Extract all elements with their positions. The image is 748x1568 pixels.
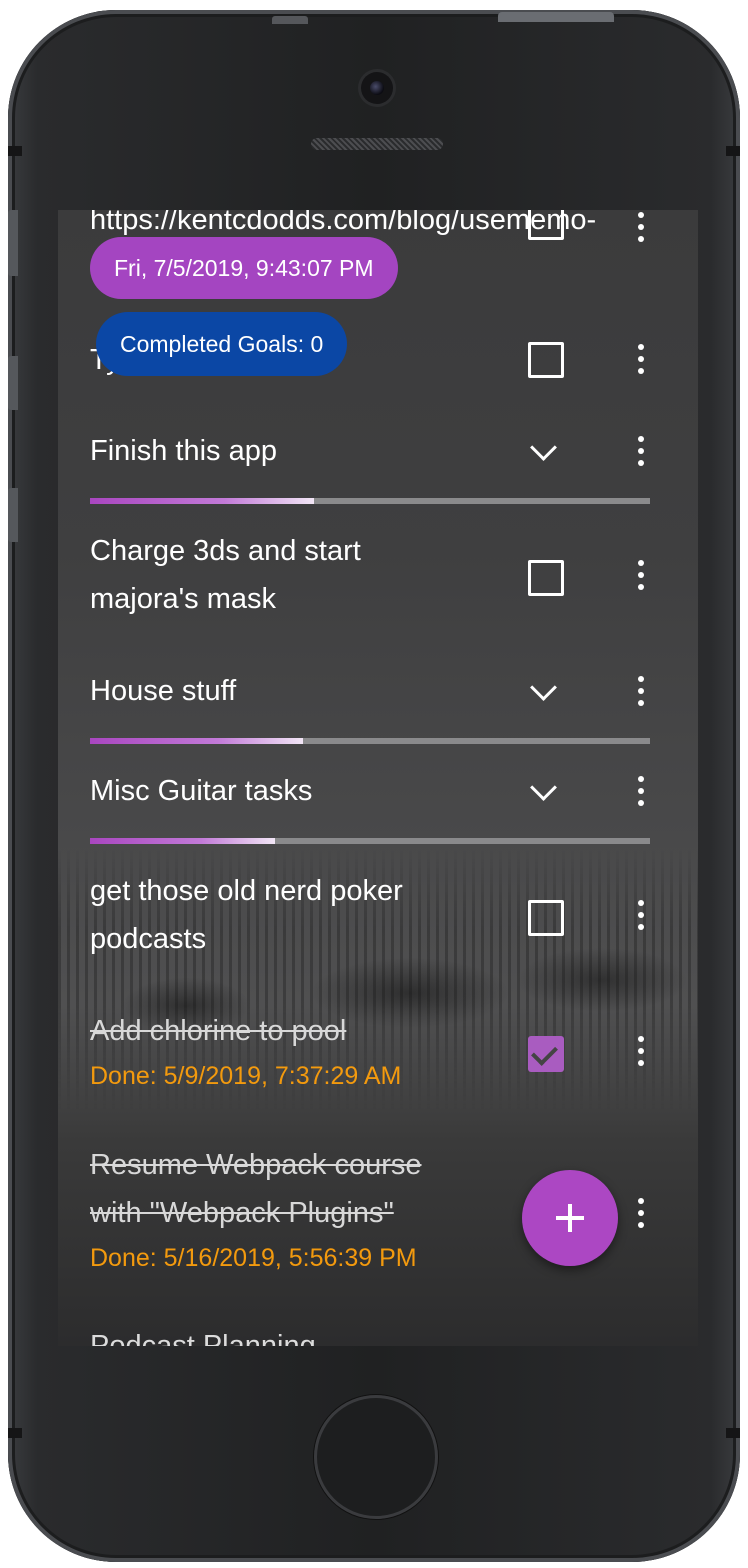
more-vert-icon[interactable] — [638, 560, 644, 596]
goal-title: Finish this app — [90, 435, 277, 467]
more-vert-icon[interactable] — [638, 676, 644, 712]
antenna-band-right-bottom — [726, 1428, 740, 1438]
completed-goals-badge: Completed Goals: 0 — [96, 312, 348, 376]
goal-checkbox-checked[interactable] — [528, 1036, 564, 1072]
done-date: Done: 5/9/2019, 7:37:29 AM — [90, 1062, 402, 1090]
goal-checkbox[interactable] — [528, 342, 564, 378]
goal-title-line1: get those old nerd poker — [90, 875, 403, 907]
more-vert-icon[interactable] — [638, 1036, 644, 1072]
more-vert-icon[interactable] — [638, 344, 644, 380]
goal-progress-bar — [90, 498, 650, 504]
more-vert-icon[interactable] — [638, 212, 644, 248]
home-button[interactable] — [314, 1395, 438, 1519]
goal-title-line1: Resume Webpack course — [90, 1149, 422, 1181]
mute-switch — [8, 210, 18, 276]
more-vert-icon[interactable] — [638, 436, 644, 472]
volume-down-button — [8, 488, 18, 542]
antenna-band-left-bottom — [8, 1428, 22, 1438]
top-button-secondary — [272, 16, 308, 24]
goal-title: House stuff — [90, 675, 237, 707]
goal-title-line2: podcasts — [90, 923, 207, 955]
front-camera — [361, 72, 393, 104]
goal-title: Misc Guitar tasks — [90, 775, 313, 807]
done-date: Done: 5/16/2019, 5:56:39 PM — [90, 1244, 417, 1272]
add-goal-button[interactable] — [522, 1170, 618, 1266]
more-vert-icon[interactable] — [638, 900, 644, 936]
power-button — [498, 12, 614, 22]
goal-checkbox[interactable] — [528, 560, 564, 596]
app-screen: https://kentcdodds.com/blog/usememo- Ty … — [58, 210, 698, 1346]
goal-title: Podcast Planning — [90, 1330, 316, 1346]
more-vert-icon[interactable] — [638, 1198, 644, 1234]
goal-progress-bar — [90, 838, 650, 844]
date-badge: Fri, 7/5/2019, 9:43:07 PM — [90, 237, 398, 299]
chevron-down-icon[interactable] — [530, 434, 557, 461]
goal-checkbox[interactable] — [528, 210, 564, 240]
goal-title-line2: majora's mask — [90, 583, 277, 615]
goal-progress-bar — [90, 738, 650, 744]
earpiece-speaker — [311, 138, 443, 150]
chevron-down-icon[interactable] — [530, 774, 557, 801]
goal-title-line1: Charge 3ds and start — [90, 535, 361, 567]
goal-checkbox[interactable] — [528, 900, 564, 936]
goal-title: Add chlorine to pool — [90, 1015, 347, 1047]
antenna-band-left-top — [8, 146, 22, 156]
antenna-band-right-top — [726, 146, 740, 156]
goal-title-line2: with "Webpack Plugins" — [90, 1197, 394, 1229]
more-vert-icon[interactable] — [638, 776, 644, 812]
volume-up-button — [8, 356, 18, 410]
chevron-down-icon[interactable] — [530, 674, 557, 701]
